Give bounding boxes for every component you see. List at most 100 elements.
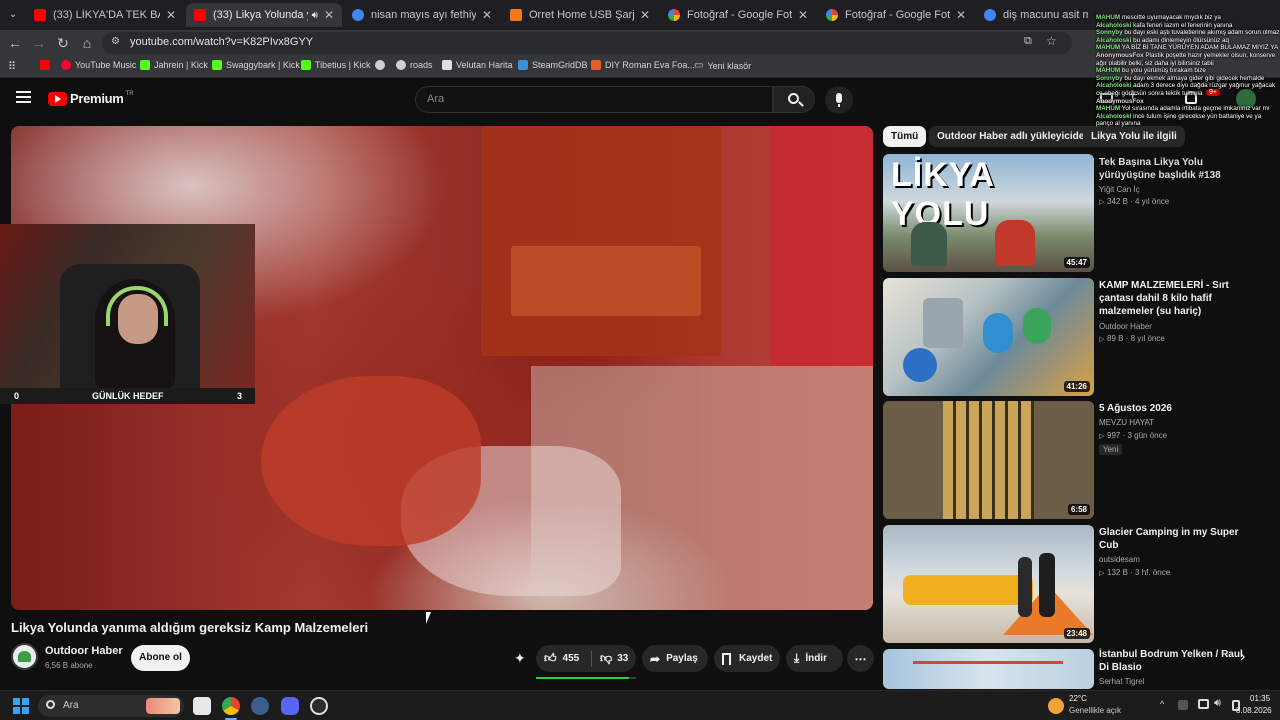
bookmark-label: Jahrein | Kick [154, 60, 208, 70]
channel-avatar[interactable] [11, 643, 38, 670]
close-tab-icon[interactable]: ✕ [324, 8, 334, 22]
close-tab-icon[interactable]: ✕ [798, 8, 808, 22]
close-tab-icon[interactable]: ✕ [956, 8, 966, 22]
bookmark-globe[interactable] [375, 60, 389, 70]
recommendation-channel[interactable]: outsidesam [1099, 555, 1140, 564]
youtube-favicon [34, 9, 46, 21]
bookmark-youtube[interactable] [40, 60, 54, 70]
recommendation-thumbnail[interactable] [883, 649, 1094, 689]
windows-start-icon[interactable] [13, 698, 29, 714]
steam-icon[interactable] [251, 697, 269, 715]
browser-tab-7[interactable]: diş macunu asit mi baz mı - G [976, 3, 1096, 27]
search-input[interactable]: Ara [415, 86, 773, 113]
taskbar-search[interactable]: Ara [38, 695, 184, 717]
browser-tab-1[interactable]: (33) LİKYA'DA TEK BAŞINA PAR ✕ [26, 3, 184, 27]
chat-message: Alcaholoski ince tulum işine girecekse y… [1096, 113, 1280, 128]
channel-name[interactable]: Outdoor Haber [45, 645, 123, 657]
site-info-icon[interactable]: ⚙ [111, 36, 120, 47]
recommendation-thumbnail[interactable]: 6:58 [883, 401, 1094, 519]
bookmark-swaggybark-kick[interactable]: Swaggybark | Kick [212, 60, 300, 70]
youtube-logo[interactable]: Premium TR [48, 91, 134, 106]
youtube-icon [40, 60, 50, 70]
recommendation-channel[interactable]: Outdoor Haber [1099, 322, 1152, 331]
url-text[interactable]: youtube.com/watch?v=K82PIvx8GYY [130, 36, 313, 48]
download-label: İndir [805, 653, 827, 664]
like-button[interactable]: 👍︎ 455 [536, 651, 591, 666]
bookmark-diy-roman[interactable]: DIY Roman Eva Foa... [591, 60, 695, 70]
recommendation-channel[interactable]: Yiğit Can İç [1099, 185, 1140, 194]
subscribe-button[interactable]: Abone ol [131, 645, 190, 671]
download-button[interactable]: ⤓ İndir [786, 645, 843, 672]
discord-icon[interactable] [281, 697, 299, 715]
browser-tab-4[interactable]: Orret Home USB Şarjlı Mini El F ✕ [502, 3, 658, 27]
save-label: Kaydet [739, 653, 773, 664]
voice-search-button[interactable] [825, 86, 853, 114]
google-photos-favicon [826, 9, 838, 21]
save-button[interactable]: Kaydet [714, 645, 780, 672]
menu-icon[interactable] [16, 91, 31, 103]
recommendation-title[interactable]: 5 Ağustos 2026 [1099, 402, 1249, 415]
weather-icon[interactable] [1048, 698, 1064, 714]
browser-tab-6[interactable]: Fotoğraf - Google Fotoğraflar ✕ [818, 3, 974, 27]
chat-text: YA BİZ Bİ TANE YÜRÜYEN ADAM BULAMAZ MIYI… [1121, 44, 1279, 52]
bookmark-star-icon[interactable]: ☆ [1046, 34, 1057, 48]
chat-text: bu yolu yürümüş bırakam bize [1121, 67, 1206, 75]
bookmark-tibetius-kick[interactable]: Tibetius | Kick [301, 60, 371, 70]
reload-icon[interactable]: ↻ [54, 34, 72, 52]
audio-playing-icon[interactable]: 🔊︎ [312, 10, 318, 21]
clock-time[interactable]: 01:35 [1250, 694, 1270, 703]
search-button[interactable] [773, 86, 815, 113]
apps-grid-icon[interactable]: ⠿ [8, 60, 16, 73]
home-icon[interactable]: ⌂ [78, 34, 96, 52]
address-bar[interactable]: ⚙ youtube.com/watch?v=K82PIvx8GYY ⧉ ☆ [102, 32, 1072, 54]
recommendation-title[interactable]: İstanbul Bodrum Yelken / Raul Di Blasio [1099, 648, 1249, 674]
chrome-icon[interactable] [222, 697, 240, 715]
recommendation-thumbnail[interactable]: 41:26 [883, 278, 1094, 396]
recommendation-title[interactable]: KAMP MALZEMELERİ - Sırt çantası dahil 8 … [1099, 279, 1249, 318]
bookmark-velutan-harita[interactable]: Velutan Harita [442, 60, 513, 70]
clock-date[interactable]: 8.08.2026 [1236, 706, 1272, 715]
browser-tab-3[interactable]: nisan mayıs ayı fethiye gece h ✕ [344, 3, 500, 27]
dislike-button[interactable]: 👎︎ 33 [592, 651, 628, 666]
chip-uploader[interactable]: Outdoor Haber adlı yükleyiciden [929, 126, 1099, 147]
recommendation-title[interactable]: Tek Başına Likya Yolu yürüyüşüne başlıdı… [1099, 156, 1249, 182]
volume-icon[interactable]: 🔊︎ [1214, 697, 1221, 710]
bookmark-roads[interactable]: roads [396, 60, 433, 70]
video-frame-drawer [511, 246, 701, 316]
tray-overflow-icon[interactable]: ^ [1160, 699, 1164, 709]
install-app-icon[interactable]: ⧉ [1024, 35, 1032, 48]
obs-icon[interactable] [310, 697, 328, 715]
forward-icon[interactable]: → [30, 34, 48, 52]
recommendation-title[interactable]: Glacier Camping in my Super Cub [1099, 526, 1249, 552]
bookmark-jahrein-kick[interactable]: Jahrein | Kick [140, 60, 208, 70]
bookmark-label: roads [410, 60, 433, 70]
close-tab-icon[interactable]: ✕ [482, 8, 492, 22]
bookmark-folder[interactable]: ▭ Yeni klasör [694, 60, 751, 71]
close-tab-icon[interactable]: ✕ [166, 8, 176, 22]
thumbnail-person [1018, 557, 1032, 617]
next-arrow-icon[interactable]: › [1240, 648, 1245, 666]
recommendation-channel[interactable]: Serhat Tigrel [1099, 677, 1144, 686]
network-icon[interactable] [1198, 699, 1209, 709]
chat-username: MAHUM [1096, 105, 1121, 113]
recommendation-channel[interactable]: MEVZU HAYAT [1099, 418, 1154, 427]
recommendation-thumbnail[interactable]: LİKYA YOLU 45:47 [883, 154, 1094, 272]
tab-search-button[interactable]: ⌄ [4, 6, 22, 24]
more-actions-button[interactable]: ⋯ [847, 645, 874, 672]
browser-tab-2[interactable]: (33) Likya Yolunda yanıma 🔊︎ ✕ [186, 3, 342, 27]
chip-all[interactable]: Tümü [883, 126, 927, 147]
file-explorer-icon[interactable] [193, 697, 211, 715]
back-icon[interactable]: ← [6, 34, 24, 52]
view-meta: 997 · 3 gün önce [1107, 431, 1168, 440]
bookmark-youtube-music[interactable]: YouTube Music [61, 60, 136, 70]
youtube-music-icon [61, 60, 71, 70]
browser-tab-5[interactable]: Fotoğraf - Google Fotoğraflar ✕ [660, 3, 816, 27]
tray-app-icon[interactable] [1178, 700, 1188, 710]
video-frame-hand [261, 376, 481, 546]
close-tab-icon[interactable]: ✕ [640, 8, 650, 22]
recommendation-thumbnail[interactable]: 23:48 [883, 525, 1094, 643]
search-icon [46, 700, 55, 709]
share-button[interactable]: ➦ Paylaş [642, 645, 708, 672]
bookmark-steamgriddb[interactable]: SteamGridDB [518, 60, 588, 70]
sparkle-icon[interactable]: ✦ [514, 651, 529, 666]
